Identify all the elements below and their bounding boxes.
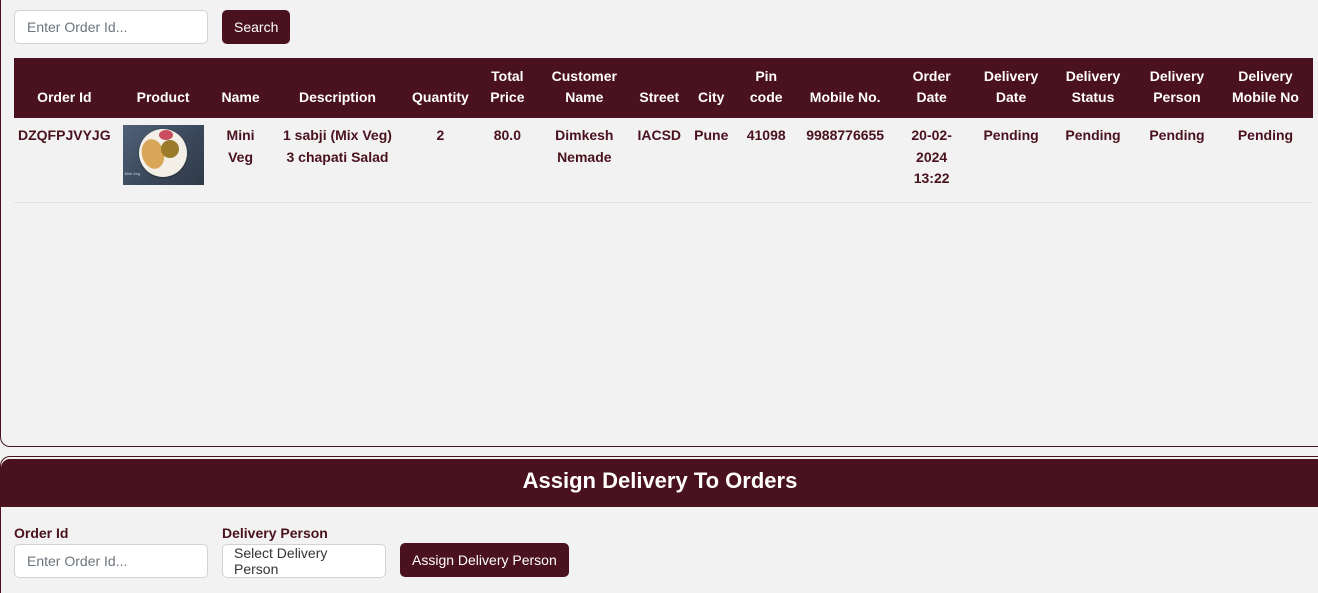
header-order-date: Order Date [891,58,973,118]
header-delivery-mobile: Delivery Mobile No [1217,58,1313,118]
delivery-person-label: Delivery Person [222,525,328,541]
cell-order-date: 20-02- 2024 13:22 [891,118,973,203]
delivery-person-field: Delivery Person Select Delivery Person [222,525,386,578]
header-pin-code: Pin code [733,58,800,118]
header-city: City [689,58,734,118]
cell-product: Mini Veg [114,118,212,203]
header-street: Street [629,58,690,118]
cell-quantity: 2 [405,118,476,203]
search-bar: Search [14,10,291,44]
header-quantity: Quantity [405,58,476,118]
food-thali-image: Mini Veg [122,125,204,185]
header-order-id: Order Id [14,58,115,118]
cell-description: 1 sabji (Mix Veg) 3 chapati Salad [269,118,406,203]
header-total-price: Total Price [475,58,540,118]
header-product: Product [114,58,212,118]
product-image-caption: Mini Veg [124,170,140,176]
order-search-input[interactable] [14,10,208,44]
assign-order-id-input[interactable] [14,544,208,578]
order-id-label: Order Id [14,525,69,541]
assign-header: Assign Delivery To Orders [1,459,1318,507]
header-customer-name: Customer Name [539,58,630,118]
cell-total-price: 80.0 [475,118,540,203]
header-name: Name [211,58,270,118]
assign-delivery-panel: Assign Delivery To Orders Order Id Deliv… [0,456,1318,593]
assign-delivery-person-button[interactable]: Assign Delivery Person [400,543,569,577]
delivery-person-selected: Select Delivery Person [234,545,328,577]
header-mobile-no: Mobile No. [799,58,892,118]
cell-pin-code: 41098 [733,118,800,203]
cell-delivery-person: Pending [1135,118,1218,203]
orders-panel: Search Order Id Product Name Description… [0,0,1318,447]
cell-delivery-date: Pending [972,118,1051,203]
cell-delivery-status: Pending [1050,118,1136,203]
cell-name: Mini Veg [211,118,270,203]
orders-table: Order Id Product Name Description Quanti… [14,58,1313,203]
cell-customer-name: Dimkesh Nemade [539,118,630,203]
search-button[interactable]: Search [222,10,291,44]
header-delivery-person: Delivery Person [1135,58,1218,118]
table-header-row: Order Id Product Name Description Quanti… [14,58,1313,118]
order-id-field: Order Id [14,525,208,578]
assign-title: Assign Delivery To Orders [522,468,798,493]
header-delivery-status: Delivery Status [1050,58,1136,118]
delivery-person-select[interactable]: Select Delivery Person [222,544,386,578]
cell-city: Pune [689,118,734,203]
table-row: DZQFPJVYJG Mini Veg Mini Veg 1 sabji (Mix… [14,118,1313,203]
cell-order-id: DZQFPJVYJG [14,118,115,203]
cell-mobile: 9988776655 [799,118,892,203]
header-delivery-date: Delivery Date [972,58,1051,118]
header-description: Description [269,58,406,118]
cell-street: IACSD [629,118,690,203]
cell-delivery-mobile: Pending [1217,118,1313,203]
